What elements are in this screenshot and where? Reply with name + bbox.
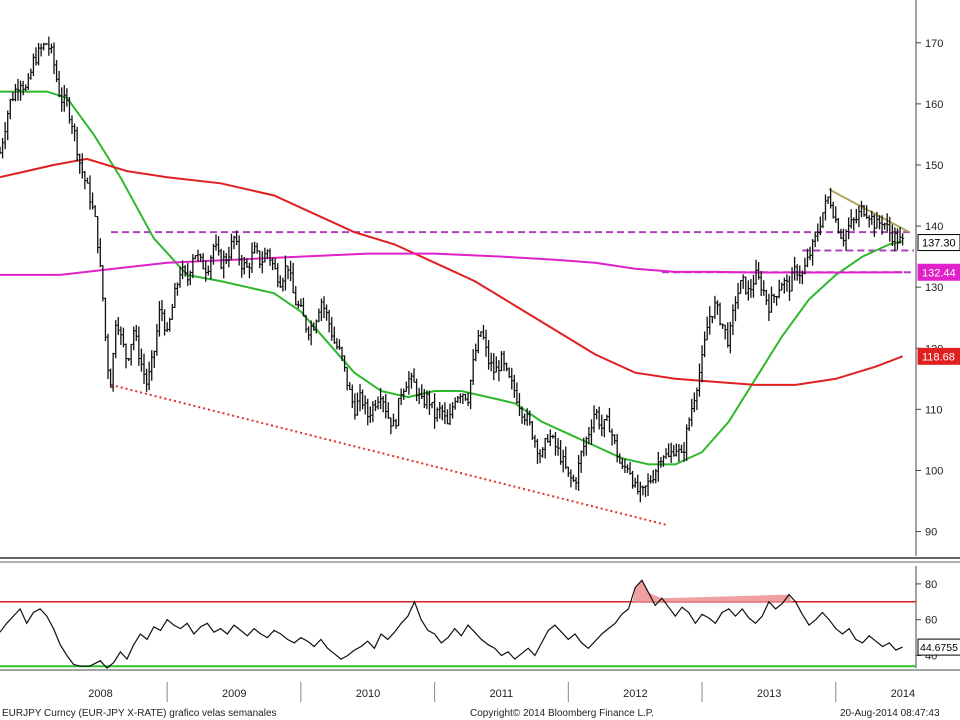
moving-average-line [0, 90, 903, 466]
oscillator-panel: 40608044.6755 [0, 566, 960, 669]
trend-line [110, 383, 669, 527]
footer-copyright-text: Copyright© 2014 Bloomberg Finance L.P. [470, 708, 654, 719]
moving-average-line [0, 252, 903, 276]
price-y-tick-label: 150 [925, 160, 943, 172]
price-y-tick-label: 170 [925, 38, 943, 50]
x-axis-tick-label: 2014 [891, 688, 915, 700]
chart-root: 90100110120130140150160170137.30132.4411… [0, 0, 960, 720]
last-price-label-text: 118.68 [922, 351, 955, 363]
footer-left-text: EURJPY Curncy (EUR-JPY X-RATE) grafico v… [2, 708, 277, 719]
price-y-tick-label: 160 [925, 99, 943, 111]
x-axis-tick-label: 2012 [623, 688, 647, 700]
last-price-label-text: 137.30 [922, 238, 956, 250]
price-y-tick-label: 90 [925, 527, 937, 539]
price-y-tick-label: 100 [925, 465, 943, 477]
price-panel: 90100110120130140150160170137.30132.4411… [0, 0, 960, 563]
price-y-tick-label: 140 [925, 221, 943, 233]
oscillator-line [0, 579, 903, 669]
x-axis: 2008 2009 2010 2011 2012 2013 2014 [0, 669, 960, 702]
oscillator-last-value-text: 44.6755 [920, 642, 958, 654]
footer-timestamp-text: 20-Aug-2014 08:47:43 [840, 708, 940, 719]
x-axis-tick-label: 2009 [222, 688, 246, 700]
oscillator-y-tick-label: 60 [925, 615, 937, 627]
chart-svg: 90100110120130140150160170137.30132.4411… [0, 0, 960, 719]
x-axis-tick-label: 2013 [757, 688, 781, 700]
last-price-label-text: 132.44 [922, 267, 956, 279]
x-axis-tick-label: 2008 [88, 688, 112, 700]
oscillator-y-tick-label: 80 [925, 579, 937, 591]
oscillator-overbought-fill [632, 580, 792, 602]
x-axis-tick-label: 2010 [356, 688, 380, 700]
price-y-tick-label: 110 [925, 404, 943, 416]
price-y-tick-label: 130 [925, 282, 943, 294]
x-axis-tick-label: 2011 [489, 688, 513, 700]
